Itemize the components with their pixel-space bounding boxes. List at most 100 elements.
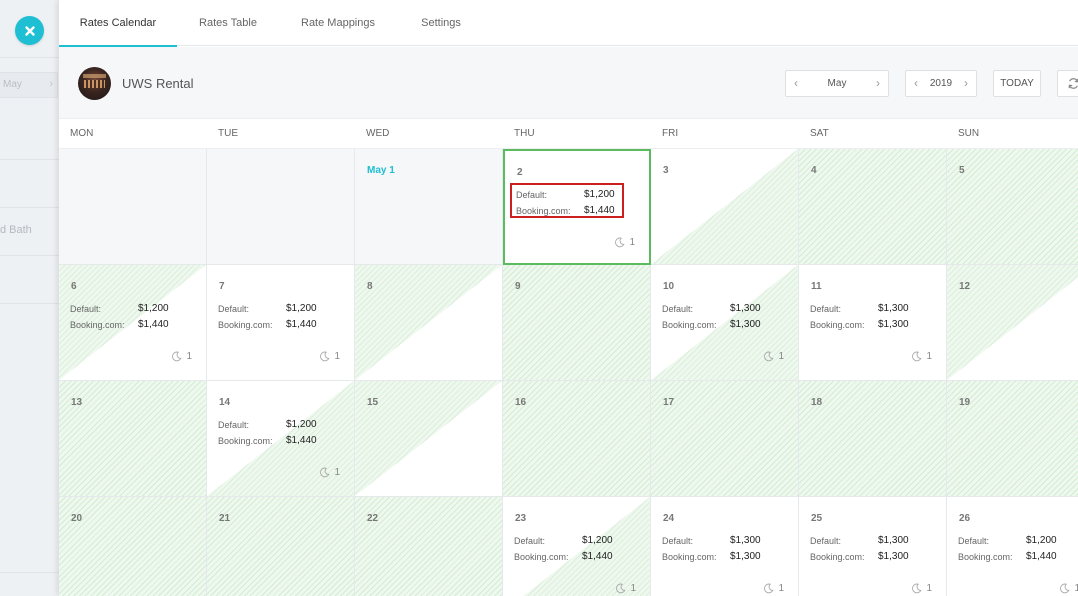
calendar-header: UWS Rental ‹ May › ‹ 2019 › TODAY: [59, 47, 1078, 118]
calendar-day-cell[interactable]: 3: [651, 149, 799, 265]
min-nights-value: 1: [1074, 583, 1078, 594]
rate-label: Booking.com:: [218, 436, 273, 446]
rates-list: Default: $1,300 Booking.com: $1,300: [810, 302, 920, 334]
month-selector: ‹ May ›: [785, 70, 889, 97]
min-nights: 1: [763, 583, 784, 594]
rate-label: Booking.com:: [70, 320, 125, 330]
default-rate-value: $1,300: [878, 535, 909, 546]
weekday-wed: WED: [366, 128, 390, 139]
year-selector: ‹ 2019 ›: [905, 70, 977, 97]
refresh-button[interactable]: [1057, 70, 1078, 97]
calendar-day-cell[interactable]: May 1: [355, 149, 503, 265]
default-rate-value: $1,200: [286, 419, 317, 430]
property-avatar: [78, 67, 111, 100]
calendar-day-cell[interactable]: 8: [355, 265, 503, 381]
today-button[interactable]: TODAY: [993, 70, 1041, 97]
tab-rates-calendar[interactable]: Rates Calendar: [59, 0, 177, 47]
moon-icon: [912, 351, 922, 362]
property-name: UWS Rental: [122, 76, 194, 91]
day-number: 18: [811, 397, 823, 408]
min-nights: 1: [171, 351, 192, 362]
rate-label: Booking.com:: [514, 552, 569, 562]
booking-rate-value: $1,300: [878, 551, 909, 562]
calendar-day-cell[interactable]: 14 Default: $1,200 Booking.com: $1,440 1: [207, 381, 355, 497]
day-number: 21: [219, 513, 231, 524]
calendar-day-cell[interactable]: 4: [799, 149, 947, 265]
day-number: 13: [71, 397, 83, 408]
calendar-day-cell[interactable]: 15: [355, 381, 503, 497]
day-number: 7: [219, 281, 225, 292]
tab-rate-mappings[interactable]: Rate Mappings: [279, 0, 397, 46]
day-number: 8: [367, 281, 373, 292]
day-number: 22: [367, 513, 379, 524]
day-number: May 1: [367, 165, 395, 176]
background-row: [0, 256, 60, 304]
rates-calendar-panel: Rates Calendar Rates Table Rate Mappings…: [59, 0, 1078, 596]
default-rate-value: $1,200: [582, 535, 613, 546]
min-nights-value: 1: [334, 467, 340, 478]
day-number: 16: [515, 397, 527, 408]
calendar-day-cell[interactable]: 2 Default: $1,200 Booking.com: $1,440 1: [503, 149, 651, 265]
min-nights-value: 1: [186, 351, 192, 362]
min-nights: 1: [911, 583, 932, 594]
rate-row-default: Default: $1,300: [662, 534, 772, 550]
calendar-day-cell[interactable]: 10 Default: $1,300 Booking.com: $1,300 1: [651, 265, 799, 381]
rate-label: Default:: [958, 536, 990, 546]
calendar-day-cell[interactable]: 12: [947, 265, 1078, 381]
min-nights: 1: [911, 351, 932, 362]
background-row: [0, 110, 60, 160]
calendar-day-cell[interactable]: 25 Default: $1,300 Booking.com: $1,300 1: [799, 497, 947, 596]
calendar-day-cell[interactable]: 22: [355, 497, 503, 596]
calendar-day-cell[interactable]: 24 Default: $1,300 Booking.com: $1,300 1: [651, 497, 799, 596]
calendar-day-cell[interactable]: 7 Default: $1,200 Booking.com: $1,440 1: [207, 265, 355, 381]
default-rate-value: $1,300: [730, 303, 761, 314]
calendar-day-cell[interactable]: 21: [207, 497, 355, 596]
calendar-day-cell[interactable]: 17: [651, 381, 799, 497]
calendar-day-cell[interactable]: 23 Default: $1,200 Booking.com: $1,440 1: [503, 497, 651, 596]
day-number: 9: [515, 281, 521, 292]
calendar-day-cell[interactable]: 5: [947, 149, 1078, 265]
rates-list: Default: $1,300 Booking.com: $1,300: [810, 534, 920, 566]
weekday-thu: THU: [514, 128, 535, 139]
close-button[interactable]: [15, 16, 44, 45]
rate-row-default: Default: $1,200: [958, 534, 1068, 550]
min-nights-value: 1: [926, 351, 932, 362]
booking-rate-value: $1,300: [730, 551, 761, 562]
day-number: 23: [515, 513, 527, 524]
day-number: 24: [663, 513, 675, 524]
availability-diagonal: [355, 265, 502, 380]
calendar-day-cell[interactable]: 9: [503, 265, 651, 381]
rates-list: Default: $1,200 Booking.com: $1,440: [958, 534, 1068, 566]
calendar-day-cell[interactable]: 26 Default: $1,200 Booking.com: $1,440 1: [947, 497, 1078, 596]
day-number: 20: [71, 513, 83, 524]
tab-settings[interactable]: Settings: [397, 0, 485, 46]
rate-label: Default:: [810, 536, 842, 546]
calendar-day-cell[interactable]: 16: [503, 381, 651, 497]
calendar-day-cell[interactable]: 11 Default: $1,300 Booking.com: $1,300 1: [799, 265, 947, 381]
day-number: 4: [811, 165, 817, 176]
rate-row-booking: Booking.com: $1,300: [810, 318, 920, 334]
calendar-day-cell[interactable]: 6 Default: $1,200 Booking.com: $1,440 1: [59, 265, 207, 381]
booking-rate-value: $1,440: [138, 319, 169, 330]
calendar-day-cell[interactable]: [207, 149, 355, 265]
rate-label: Default:: [218, 420, 250, 430]
booking-rate-value: $1,440: [286, 435, 317, 446]
calendar-day-cell[interactable]: [59, 149, 207, 265]
rate-row-default: Default: $1,300: [810, 534, 920, 550]
today-label: TODAY: [1000, 78, 1034, 89]
rate-row-booking: Booking.com: $1,300: [662, 318, 772, 334]
rate-row-default: Default: $1,200: [218, 302, 328, 318]
rate-label: Default:: [514, 536, 546, 546]
chevron-right-icon[interactable]: ›: [868, 71, 888, 96]
weekday-tue: TUE: [218, 128, 238, 139]
booking-rate-value: $1,440: [582, 551, 613, 562]
calendar-day-cell[interactable]: 13: [59, 381, 207, 497]
calendar-day-cell[interactable]: 19: [947, 381, 1078, 497]
chevron-right-icon[interactable]: ›: [956, 71, 976, 96]
tab-rates-table[interactable]: Rates Table: [177, 0, 279, 46]
day-number: 2: [517, 167, 523, 178]
calendar-day-cell[interactable]: 20: [59, 497, 207, 596]
rate-highlight-box: [510, 183, 624, 218]
rate-row-booking: Booking.com: $1,440: [514, 550, 624, 566]
calendar-day-cell[interactable]: 18: [799, 381, 947, 497]
